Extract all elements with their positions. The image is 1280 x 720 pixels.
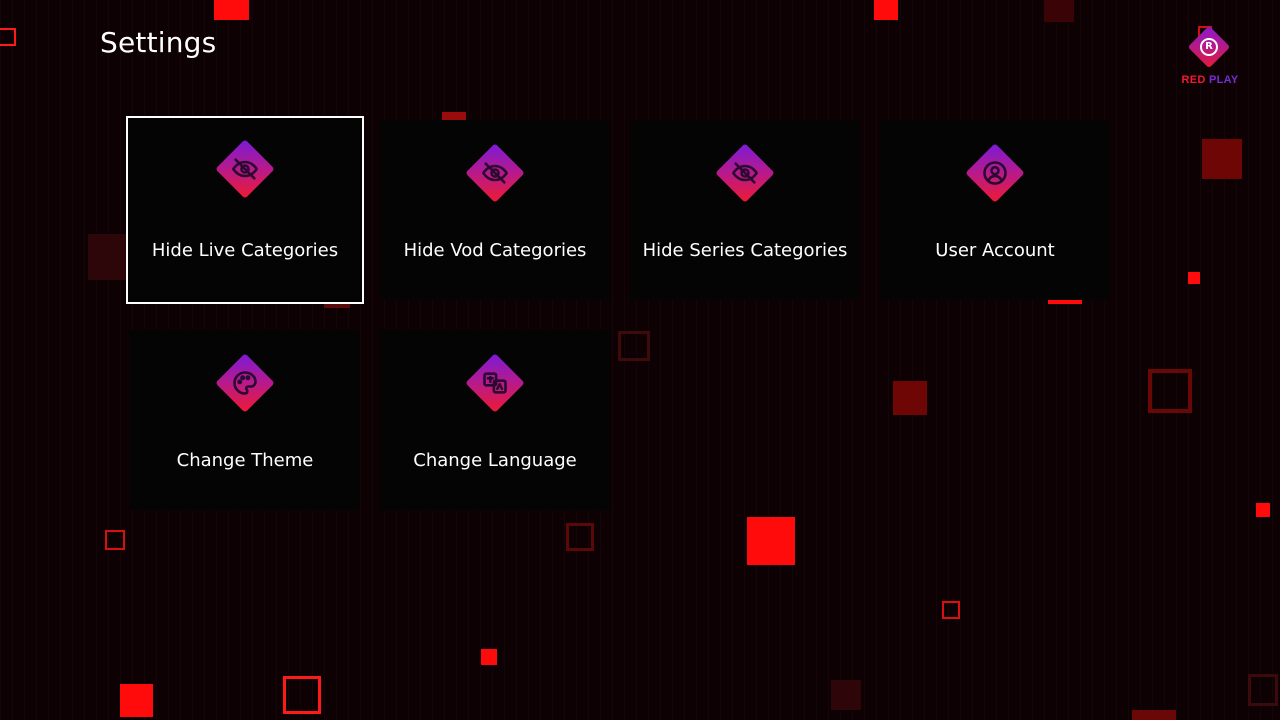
background-square — [893, 381, 927, 415]
tile-label: Change Language — [413, 450, 577, 471]
user-icon — [965, 143, 1025, 203]
background-square — [942, 601, 960, 619]
eye-off-icon — [715, 143, 775, 203]
background-square — [1188, 272, 1200, 284]
palette-icon — [215, 353, 275, 413]
background-square — [831, 680, 861, 710]
background-square — [1132, 710, 1176, 720]
background-square — [874, 0, 898, 20]
tile-change-theme[interactable]: Change Theme — [130, 330, 360, 510]
tile-label: Change Theme — [176, 450, 314, 471]
translate-icon — [465, 353, 525, 413]
brand-name: RED PLAY — [1176, 74, 1244, 86]
background-square — [1248, 674, 1278, 706]
tile-hide-series-categories[interactable]: Hide Series Categories — [630, 120, 860, 300]
background-square — [120, 684, 153, 717]
background-square — [1148, 369, 1192, 413]
background-square — [618, 331, 650, 361]
brand-logo: R RED PLAY — [1176, 25, 1246, 90]
tile-label: Hide Series Categories — [642, 240, 848, 261]
settings-screen: Settings R RED PLAY Hide Live Categories… — [0, 0, 1280, 720]
background-square — [481, 649, 497, 665]
tile-hide-live-categories[interactable]: Hide Live Categories — [126, 116, 364, 304]
tile-hide-vod-categories[interactable]: Hide Vod Categories — [380, 120, 610, 300]
eye-off-icon — [465, 143, 525, 203]
eye-off-icon — [215, 139, 275, 199]
background-square — [105, 530, 125, 550]
brand-name-blue: PLAY — [1208, 74, 1239, 86]
background-square — [0, 28, 16, 46]
background-square — [1256, 503, 1270, 517]
page-title: Settings — [100, 26, 217, 59]
background-square — [88, 234, 128, 280]
background-square — [214, 0, 249, 20]
tile-label: Hide Live Categories — [151, 240, 339, 261]
background-square — [1044, 0, 1074, 22]
tile-change-language[interactable]: Change Language — [380, 330, 610, 510]
logo-letter: R — [1200, 38, 1218, 56]
tile-user-account[interactable]: User Account — [880, 120, 1110, 300]
brand-name-red: RED — [1181, 74, 1206, 86]
tile-label: Hide Vod Categories — [403, 240, 587, 261]
background-square — [747, 517, 795, 565]
background-square — [283, 676, 321, 714]
background-square — [442, 112, 466, 120]
background-square — [566, 523, 594, 551]
tile-label: User Account — [935, 240, 1055, 261]
background-square — [1202, 139, 1242, 179]
